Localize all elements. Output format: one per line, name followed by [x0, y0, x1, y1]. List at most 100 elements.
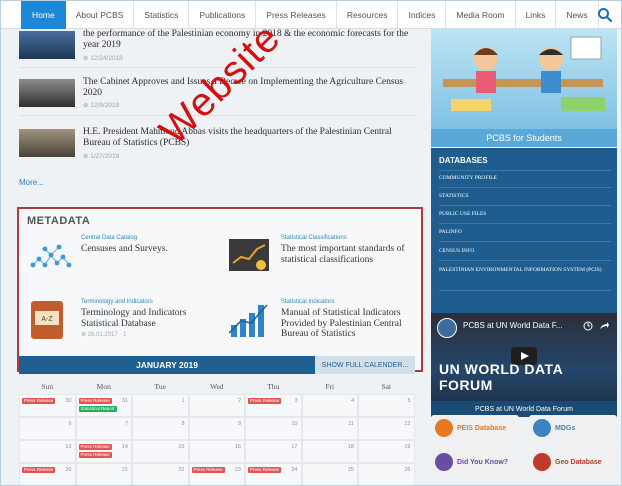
database-link[interactable]: Census Info: [439, 247, 611, 255]
calendar-month: JANUARY 2019: [136, 360, 198, 370]
clock-icon[interactable]: [583, 321, 593, 331]
press-release-event[interactable]: Press Release: [78, 444, 112, 450]
card-category[interactable]: Statistical Classifications: [281, 235, 347, 241]
day-number: 23: [234, 467, 241, 473]
calendar-day[interactable]: 4: [301, 394, 358, 417]
calendar-day[interactable]: 1: [132, 394, 189, 417]
metadata-card-classifications[interactable]: Statistical Classifications The most imp…: [225, 235, 421, 293]
day-number: 9: [237, 421, 241, 427]
press-release-event[interactable]: Press Release: [248, 467, 282, 473]
calendar-day[interactable]: 25: [301, 463, 358, 485]
card-category[interactable]: Central Data Catalog: [81, 235, 137, 241]
calendar-day[interactable]: 20 Press Release: [19, 463, 76, 485]
show-full-calendar-button[interactable]: SHOW FULL CALENDER...: [315, 356, 415, 374]
metadata-card-data-catalog[interactable]: Central Data Catalog Censuses and Survey…: [25, 235, 221, 293]
database-link[interactable]: Community Profile: [439, 174, 611, 182]
calendar-day[interactable]: 6: [19, 417, 76, 440]
calendar-day[interactable]: 19: [358, 440, 415, 463]
dictionary-icon: A-Z: [31, 301, 63, 339]
calendar-day[interactable]: 13: [19, 440, 76, 463]
divider: [439, 205, 611, 206]
nav-item-about-pcbs[interactable]: About PCBS: [66, 1, 135, 29]
day-number: 6: [68, 421, 72, 427]
search-icon[interactable]: [597, 7, 613, 23]
mdgs-link[interactable]: MDGs: [529, 415, 617, 441]
calendar-day[interactable]: 12: [358, 417, 415, 440]
card-title[interactable]: Manual of Statistical Indicators Provide…: [281, 308, 421, 340]
news-item[interactable]: H.E. President Mahmoud Abbas visits the …: [19, 127, 415, 163]
press-release-event[interactable]: Press Release: [248, 398, 282, 404]
calendar-day[interactable]: 5: [358, 394, 415, 417]
database-link[interactable]: PALINFO: [439, 228, 611, 236]
day-number: 2: [237, 398, 241, 404]
peis-database-link[interactable]: PEIS Database: [431, 415, 519, 441]
database-link[interactable]: Public Use Files: [439, 210, 611, 218]
calendar-day[interactable]: 11: [301, 417, 358, 440]
video-title[interactable]: PCBS at UN World Data F...: [463, 321, 562, 330]
press-release-event[interactable]: Press Release: [78, 398, 112, 404]
calendar-day[interactable]: 7: [75, 417, 132, 440]
share-icon[interactable]: [599, 321, 609, 331]
news-thumbnail[interactable]: [19, 31, 75, 59]
news-title[interactable]: H.E. President Mahmoud Abbas visits the …: [83, 127, 413, 149]
card-category[interactable]: Terminology and Indicators: [81, 299, 153, 305]
database-link[interactable]: Palestinian Environmental Information Sy…: [439, 266, 611, 274]
students-banner[interactable]: [431, 29, 617, 129]
calendar-day[interactable]: 31 Press Release Statistical Report: [75, 394, 132, 417]
weekday-label: Sun: [41, 382, 54, 391]
calendar-day[interactable]: 9: [188, 417, 245, 440]
events-calendar: JANUARY 2019 SHOW FULL CALENDER... Sun Mo…: [19, 356, 415, 485]
weekday-label: Thu: [267, 382, 280, 391]
metadata-card-terminology[interactable]: A-Z Terminology and Indicators Terminolo…: [25, 299, 221, 357]
nav-item-media-room[interactable]: Media Room: [446, 1, 516, 29]
calendar-day[interactable]: 26: [358, 463, 415, 485]
nav-item-press-releases[interactable]: Press Releases: [256, 1, 337, 29]
nav-item-links[interactable]: Links: [516, 1, 557, 29]
page-frame: Home About PCBS Statistics Publications Pres…: [0, 0, 622, 486]
day-number: 30: [65, 398, 72, 404]
nav-item-publications[interactable]: Publications: [189, 1, 257, 29]
press-release-event[interactable]: Press Release: [191, 467, 225, 473]
press-release-event[interactable]: Press Release: [78, 452, 112, 458]
right-sidebar: PCBS for Students DATABASES Community Pr…: [429, 29, 621, 485]
statistical-report-event[interactable]: Statistical Report: [78, 406, 117, 412]
nav-item-home[interactable]: Home: [21, 1, 66, 29]
nav-item-indices[interactable]: Indices: [398, 1, 447, 29]
press-release-event[interactable]: Press Release: [22, 467, 56, 473]
calendar-day[interactable]: 23 Press Release: [188, 463, 245, 485]
press-release-event[interactable]: Press Release: [22, 398, 56, 404]
did-you-know-link[interactable]: Did You Know?: [431, 449, 519, 475]
calendar-day[interactable]: 2: [188, 394, 245, 417]
nav-item-news[interactable]: News: [556, 1, 599, 29]
more-link[interactable]: More...: [19, 178, 44, 187]
geo-database-link[interactable]: Geo Database: [529, 449, 617, 475]
calendar-day[interactable]: 10: [245, 417, 302, 440]
calendar-day[interactable]: 3 Press Release: [245, 394, 302, 417]
card-category[interactable]: Statistical Indicators: [281, 299, 334, 305]
calendar-day[interactable]: 21: [75, 463, 132, 485]
badge-label: Geo Database: [555, 458, 602, 466]
database-link[interactable]: Statistics: [439, 192, 611, 200]
news-thumbnail[interactable]: [19, 79, 75, 107]
calendar-day[interactable]: 30 Press Release: [19, 394, 76, 417]
news-thumbnail[interactable]: [19, 129, 75, 157]
calendar-day[interactable]: 17: [245, 440, 302, 463]
card-title[interactable]: The most important standards of statisti…: [281, 244, 421, 265]
calendar-day[interactable]: 24 Press Release: [245, 463, 302, 485]
calendar-day[interactable]: 8: [132, 417, 189, 440]
day-number: 19: [404, 444, 411, 450]
card-title[interactable]: Terminology and Indicators Statistical D…: [81, 308, 221, 329]
divider: [439, 170, 611, 171]
card-title[interactable]: Censuses and Surveys.: [81, 244, 221, 255]
students-link[interactable]: PCBS for Students: [431, 129, 617, 147]
calendar-day[interactable]: 14 Press Release Press Release: [75, 440, 132, 463]
nav-item-statistics[interactable]: Statistics: [134, 1, 190, 29]
calendar-day[interactable]: 18: [301, 440, 358, 463]
calendar-day[interactable]: 22: [132, 463, 189, 485]
calendar-day[interactable]: 15: [132, 440, 189, 463]
nav-item-resources[interactable]: Resources: [337, 1, 399, 29]
video-embed[interactable]: PCBS at UN World Data F... UN WORLD DATA…: [431, 313, 617, 417]
metadata-card-indicators[interactable]: Statistical Indicators Manual of Statist…: [225, 299, 421, 357]
svg-text:A-Z: A-Z: [41, 316, 53, 323]
calendar-day[interactable]: 16: [188, 440, 245, 463]
